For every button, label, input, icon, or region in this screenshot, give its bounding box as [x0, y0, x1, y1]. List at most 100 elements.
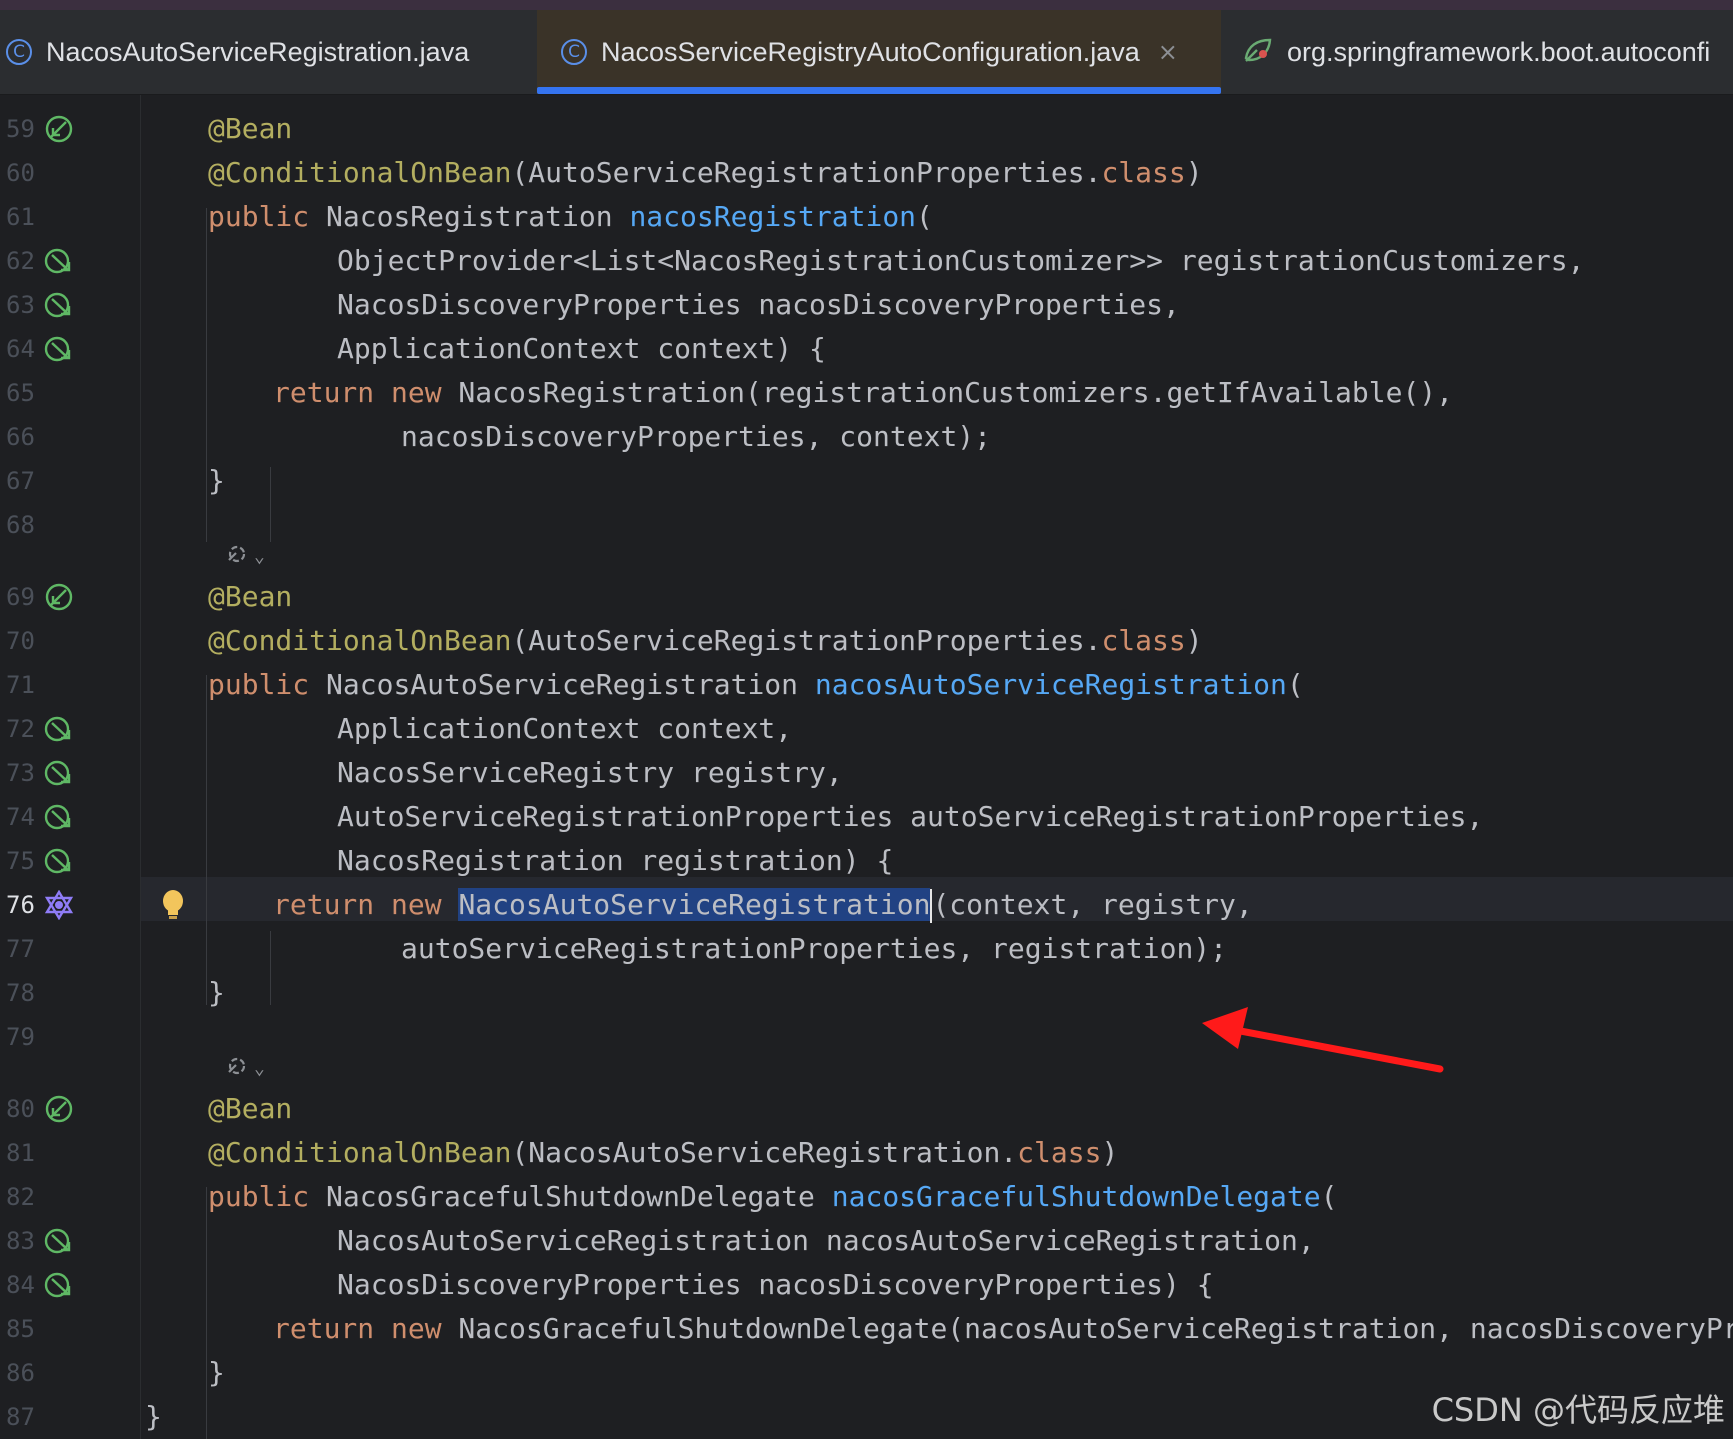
code-text: NacosGracefulShutdownDelegate(nacosAutoS… [441, 1312, 1733, 1345]
code-line-76[interactable]: return new NacosAutoServiceRegistration(… [273, 883, 1253, 927]
inject-icon[interactable] [44, 334, 74, 364]
inject-icon[interactable] [44, 714, 74, 744]
line-number: 73 [6, 759, 35, 787]
line-number: 79 [6, 1023, 35, 1051]
code-text: NacosRegistration(registrationCustomizer… [441, 376, 1454, 409]
inject-icon[interactable] [44, 246, 74, 276]
lightbulb-icon[interactable] [158, 888, 188, 922]
tab-spring-autoconfigure[interactable]: org.springframework.boot.autoconfi [1243, 10, 1710, 94]
code-line-75[interactable]: NacosRegistration registration) { [337, 839, 893, 883]
gutter-row-82: 82 [0, 1175, 140, 1219]
line-number: 68 [6, 511, 35, 539]
line-number: 83 [6, 1227, 35, 1255]
code-line-77[interactable]: autoServiceRegistrationProperties, regis… [401, 927, 1227, 971]
code-text: ApplicationContext context) { [337, 332, 826, 365]
code-text: AutoServiceRegistrationProperties autoSe… [337, 800, 1484, 833]
gutter-row-67: 67 [0, 459, 140, 503]
code-line-61[interactable]: public NacosRegistration nacosRegistrati… [208, 195, 933, 239]
code-line-74[interactable]: AutoServiceRegistrationProperties autoSe… [337, 795, 1483, 839]
code-line-60[interactable]: @ConditionalOnBean(AutoServiceRegistrati… [208, 151, 1203, 195]
keyword: class [1101, 624, 1186, 657]
line-number: 86 [6, 1359, 35, 1387]
method-name: nacosAutoServiceRegistration [814, 668, 1287, 701]
keyword: public [208, 200, 310, 233]
spring-leaf-icon [1243, 36, 1273, 68]
code-line-73[interactable]: NacosServiceRegistry registry, [337, 751, 843, 795]
code-text: nacosDiscoveryProperties, context); [401, 420, 992, 453]
bean-icon[interactable] [44, 582, 74, 612]
code-text: ( [1286, 668, 1304, 701]
code-line-83[interactable]: NacosAutoServiceRegistration nacosAutoSe… [337, 1219, 1315, 1263]
inject-icon[interactable] [44, 846, 74, 876]
code-line-85[interactable]: return new NacosGracefulShutdownDelegate… [273, 1307, 1733, 1351]
gutter-row-60: 60 [0, 151, 140, 195]
gutter-row-72: 72 [0, 707, 140, 751]
keyword: public [208, 1180, 310, 1213]
code-text: NacosRegistration [309, 200, 630, 233]
bean-icon[interactable] [44, 1094, 74, 1124]
tab-nacos-auto-service-registration[interactable]: C NacosAutoServiceRegistration.java [0, 10, 469, 94]
code-line-82[interactable]: public NacosGracefulShutdownDelegate nac… [208, 1175, 1337, 1219]
code-line-78[interactable]: } [208, 971, 225, 1015]
gutter-row-78: 78 [0, 971, 140, 1015]
keyword: class [1017, 1136, 1102, 1169]
inlay-hint[interactable]: ⌄ [224, 541, 265, 571]
code-line-87[interactable]: } [145, 1395, 162, 1439]
code-text: ObjectProvider<List<NacosRegistrationCus… [337, 244, 1585, 277]
code-text: NacosAutoServiceRegistration [309, 668, 815, 701]
bean-icon[interactable] [44, 114, 74, 144]
code-line-86[interactable]: } [208, 1351, 225, 1395]
gutter-row-73: 73 [0, 751, 140, 795]
inject-icon[interactable] [44, 1270, 74, 1300]
gutter-row-69: 69 [0, 575, 140, 619]
inject-icon[interactable] [44, 802, 74, 832]
inject-icon[interactable] [44, 290, 74, 320]
gutter-row-75: 75 [0, 839, 140, 883]
line-number: 69 [6, 583, 35, 611]
code-line-64[interactable]: ApplicationContext context) { [337, 327, 826, 371]
tab-nacos-service-registry-auto-configuration[interactable]: C NacosServiceRegistryAutoConfiguration.… [537, 10, 1221, 94]
code-line-80[interactable]: @Bean [208, 1087, 292, 1131]
code-text: (AutoServiceRegistrationProperties. [511, 156, 1102, 189]
code-line-65[interactable]: return new NacosRegistration(registratio… [273, 371, 1453, 415]
code-line-81[interactable]: @ConditionalOnBean(NacosAutoServiceRegis… [208, 1131, 1118, 1175]
code-line-63[interactable]: NacosDiscoveryProperties nacosDiscoveryP… [337, 283, 1180, 327]
gutter-row-64: 64 [0, 327, 140, 371]
indent-guide [206, 1187, 207, 1439]
tab-label: NacosAutoServiceRegistration.java [46, 36, 470, 67]
inlay-hint[interactable]: ⌄ [224, 1053, 265, 1083]
code-line-72[interactable]: ApplicationContext context, [337, 707, 792, 751]
keyword: public [208, 668, 310, 701]
gutter-row-65: 65 [0, 371, 140, 415]
implementation-icon[interactable] [44, 889, 74, 921]
line-number: 84 [6, 1271, 35, 1299]
line-number: 62 [6, 247, 35, 275]
line-number: 70 [6, 627, 35, 655]
code-line-66[interactable]: nacosDiscoveryProperties, context); [401, 415, 991, 459]
code-line-62[interactable]: ObjectProvider<List<NacosRegistrationCus… [337, 239, 1584, 283]
code-line-69[interactable]: @Bean [208, 575, 292, 619]
inject-icon[interactable] [44, 758, 74, 788]
class-icon: C [6, 39, 32, 65]
close-tab-icon[interactable]: × [1158, 38, 1178, 66]
code-text: (NacosAutoServiceRegistration. [511, 1136, 1018, 1169]
code-line-71[interactable]: public NacosAutoServiceRegistration naco… [208, 663, 1304, 707]
class-icon: C [561, 39, 587, 65]
code-text: NacosDiscoveryProperties nacosDiscoveryP… [337, 1268, 1214, 1301]
code-line-84[interactable]: NacosDiscoveryProperties nacosDiscoveryP… [337, 1263, 1214, 1307]
code-line-70[interactable]: @ConditionalOnBean(AutoServiceRegistrati… [208, 619, 1203, 663]
gutter-row-61: 61 [0, 195, 140, 239]
code-editor[interactable]: ⌄ ⌄ @Bean @ConditionalOnBean(AutoService… [0, 95, 1733, 1439]
indent-guide [206, 208, 207, 542]
selected-text[interactable]: NacosAutoServiceRegistration [458, 888, 931, 921]
code-line-67[interactable]: } [208, 459, 225, 503]
annotation: @ConditionalOnBean [208, 624, 512, 657]
line-number: 74 [6, 803, 35, 831]
gutter-row-84: 84 [0, 1263, 140, 1307]
inject-icon[interactable] [44, 1226, 74, 1256]
code-text: } [208, 1356, 225, 1389]
code-line-59[interactable]: @Bean [208, 107, 292, 151]
gutter-row-77: 77 [0, 927, 140, 971]
code-text: ApplicationContext context, [337, 712, 793, 745]
